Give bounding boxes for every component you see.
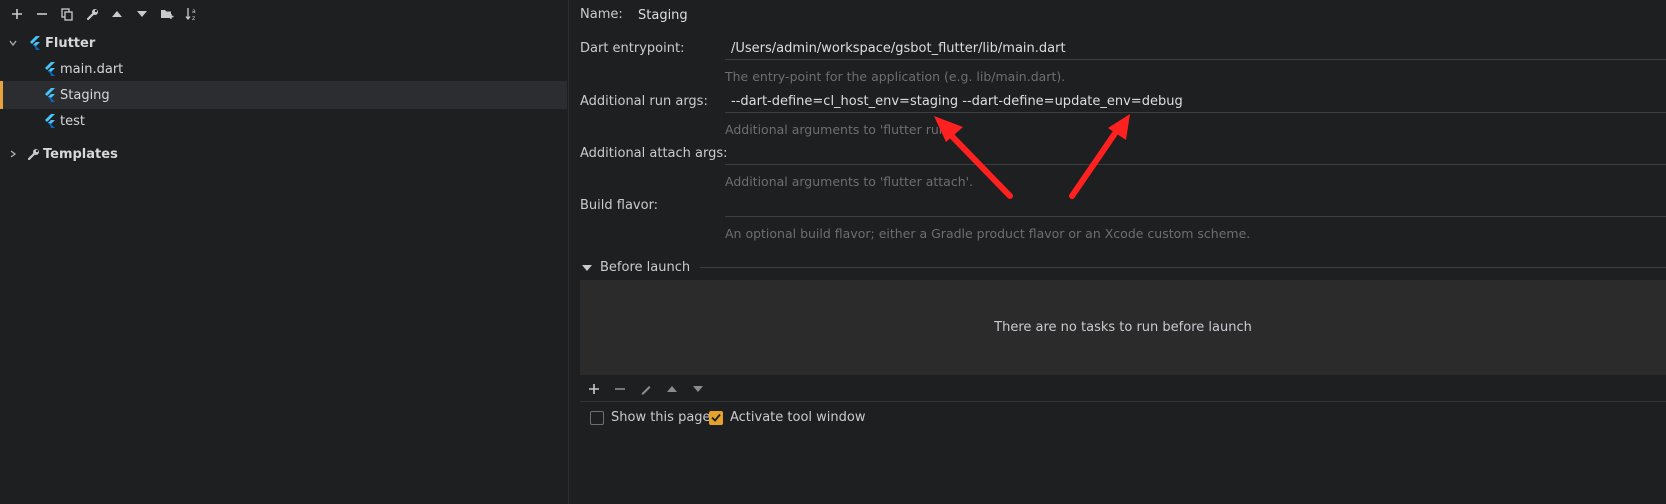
edit-task-button[interactable] [635,379,657,399]
run-args-hint: Additional arguments to 'flutter run'. [725,122,955,137]
down-icon [137,11,147,17]
move-task-down-button[interactable] [687,379,709,399]
activate-tool-window-label: Activate tool window [730,410,866,425]
chevron-right-icon[interactable] [6,147,20,161]
remove-button[interactable] [31,4,53,24]
pencil-icon [641,386,651,395]
folder-icon [161,10,174,19]
show-page-option[interactable]: Show this page [590,410,711,425]
run-args-label: Additional run args: [580,94,708,109]
tree-item-main-dart[interactable]: main.dart [0,55,567,83]
tree-item-staging[interactable]: Staging [0,81,567,109]
entrypoint-field[interactable]: /Users/admin/workspace/gsbot_flutter/lib… [725,38,1666,60]
up-icon [112,11,122,17]
configuration-form: Name: Staging Dart entrypoint: /Users/ad… [569,0,1666,504]
entrypoint-label: Dart entrypoint: [580,41,685,56]
triangle-down-icon [582,264,592,271]
move-task-up-button[interactable] [661,379,683,399]
tree-node-flutter[interactable]: Flutter [0,29,567,57]
svg-text:z: z [192,15,195,21]
tree-toolbar: az [6,4,203,24]
build-flavor-hint: An optional build flavor; either a Gradl… [725,226,1251,241]
move-up-button[interactable] [106,4,128,24]
add-button[interactable] [6,4,28,24]
tree-node-label: Templates [43,146,118,162]
up-icon [667,386,677,392]
plus-icon [589,384,599,394]
plus-icon [12,9,22,19]
show-page-checkbox[interactable] [590,410,604,425]
before-launch-title: Before launch [600,260,691,275]
tree-item-label: test [60,113,85,129]
configuration-tree-panel: az Flutter main.dart Staging test Templa… [0,0,569,504]
move-down-button[interactable] [131,4,153,24]
flutter-icon [28,35,42,51]
empty-tasks-text: There are no tasks to run before launch [994,320,1252,335]
flutter-icon [43,87,57,103]
remove-task-button[interactable] [609,379,631,399]
activate-tool-window-checkbox[interactable] [709,410,723,425]
name-field[interactable]: Staging [632,4,1666,26]
activate-tool-window-option[interactable]: Activate tool window [709,410,865,425]
divider [700,267,1666,268]
attach-args-hint: Additional arguments to 'flutter attach'… [725,174,974,189]
minus-icon [615,388,625,390]
flutter-icon [43,61,57,77]
tree-node-label: Flutter [45,35,96,51]
entrypoint-hint: The entry-point for the application (e.g… [725,69,1066,84]
flutter-icon [43,113,57,129]
before-launch-header[interactable]: Before launch [582,260,1666,275]
attach-args-label: Additional attach args: [580,146,728,161]
chevron-down-icon[interactable] [6,36,20,50]
edit-templates-button[interactable] [81,4,103,24]
wrench-icon [86,8,98,20]
new-folder-button[interactable] [156,4,178,24]
show-page-label: Show this page [611,410,711,425]
svg-text:a: a [192,8,196,15]
before-launch-task-list[interactable]: There are no tasks to run before launch [580,280,1666,375]
run-args-field[interactable]: --dart-define=cl_host_env=staging --dart… [725,91,1666,113]
checkmark-icon [711,413,721,422]
tree-node-templates[interactable]: Templates [0,140,567,168]
copy-icon [61,7,73,21]
minus-icon [37,13,47,15]
name-label: Name: [580,7,623,22]
sort-button[interactable]: az [181,4,203,24]
tree-item-label: main.dart [60,61,124,77]
task-toolbar [580,377,1666,402]
build-flavor-field[interactable] [725,195,1666,217]
tree-item-label: Staging [60,87,110,103]
tree-item-test[interactable]: test [0,107,567,135]
attach-args-field[interactable] [725,143,1666,165]
wrench-icon [26,146,40,162]
sort-icon: az [185,8,196,21]
copy-button[interactable] [56,4,78,24]
add-task-button[interactable] [583,379,605,399]
build-flavor-label: Build flavor: [580,198,659,213]
down-icon [693,386,703,392]
